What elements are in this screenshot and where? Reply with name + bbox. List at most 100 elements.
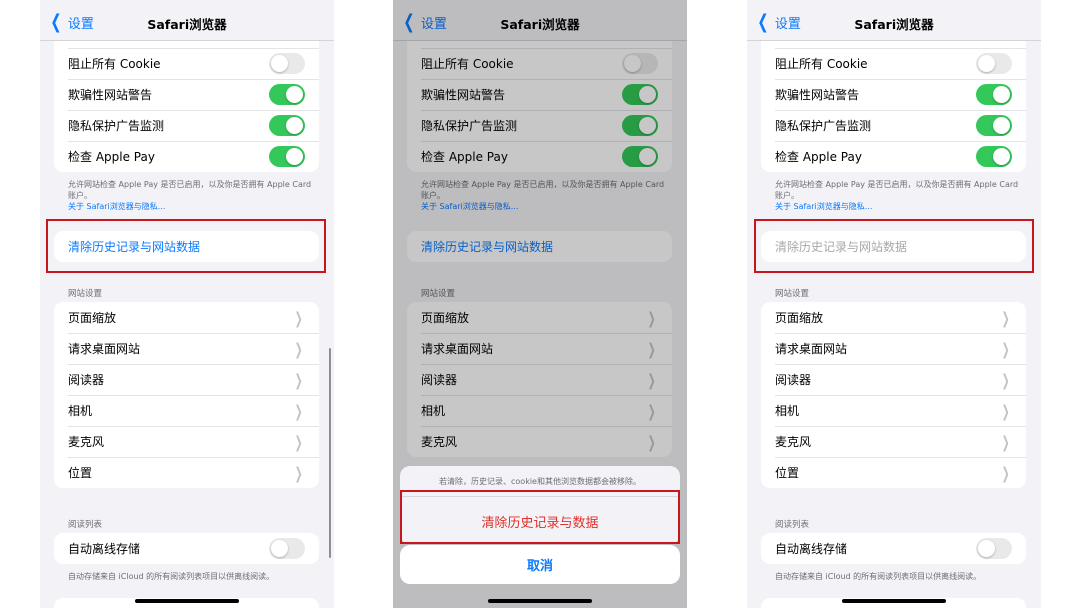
apple-pay-toggle[interactable] xyxy=(269,146,305,167)
chevron-right-icon: ❯ xyxy=(294,401,303,420)
fraud-warning-toggle[interactable] xyxy=(976,84,1012,105)
highlight-box xyxy=(46,219,326,273)
ad-measurement-row[interactable]: 隐私保护广告监测 xyxy=(761,110,1026,141)
list-item-camera[interactable]: 相机 ❯ xyxy=(761,395,1026,426)
offline-save-row[interactable]: 自动离线存储 xyxy=(54,533,319,564)
reading-list-group: 自动离线存储 xyxy=(761,533,1026,564)
row-label: 位置 xyxy=(68,466,93,480)
list-item-microphone[interactable]: 麦克风 ❯ xyxy=(54,426,319,457)
row-label: 页面缩放 xyxy=(68,311,117,325)
apple-pay-note-text: 允许网站检查 Apple Pay 是否已启用，以及你是否拥有 Apple Car… xyxy=(775,180,1019,200)
apple-pay-note-text: 允许网站检查 Apple Pay 是否已启用，以及你是否拥有 Apple Car… xyxy=(68,180,312,200)
page-title: Safari浏览器 xyxy=(147,17,227,32)
website-settings-header: 网站设置 xyxy=(775,289,810,299)
chevron-right-icon: ❯ xyxy=(1001,308,1010,327)
ad-measurement-toggle[interactable] xyxy=(976,115,1012,136)
block-cookies-toggle[interactable] xyxy=(976,53,1012,74)
page-title: Safari浏览器 xyxy=(854,17,934,32)
apple-pay-row[interactable]: 检查 Apple Pay xyxy=(761,141,1026,172)
row-label: 请求桌面网站 xyxy=(775,342,848,356)
reading-list-header: 阅读列表 xyxy=(775,520,810,530)
list-item-page-zoom[interactable]: 页面缩放 ❯ xyxy=(761,302,1026,333)
phone-screen-before: ❮ 设置 Safari浏览器 阻止所有 Cookie 欺骗性网站警告 隐私保护广… xyxy=(40,0,334,608)
row-label: 阅读器 xyxy=(68,373,105,387)
ad-measurement-toggle[interactable] xyxy=(269,115,305,136)
block-cookies-toggle[interactable] xyxy=(269,53,305,74)
offline-save-toggle[interactable] xyxy=(269,538,305,559)
apple-pay-toggle[interactable] xyxy=(976,146,1012,167)
navigation-bar: ❮ 设置 Safari浏览器 xyxy=(40,0,334,41)
toggle-knob xyxy=(993,117,1010,134)
toggle-knob xyxy=(993,148,1010,165)
row-label: 麦克风 xyxy=(775,435,812,449)
list-item-location[interactable]: 位置 ❯ xyxy=(761,457,1026,488)
list-item-desktop-site[interactable]: 请求桌面网站 ❯ xyxy=(54,333,319,364)
reading-list-group: 自动离线存储 xyxy=(54,533,319,564)
home-indicator xyxy=(842,599,946,603)
home-indicator xyxy=(135,599,239,603)
row-label: 麦克风 xyxy=(68,435,105,449)
website-settings-header: 网站设置 xyxy=(68,289,103,299)
privacy-group: 阻止所有 Cookie 欺骗性网站警告 隐私保护广告监测 检查 Apple Pa… xyxy=(54,40,319,172)
website-settings-group: 页面缩放 ❯ 请求桌面网站 ❯ 阅读器 ❯ 相机 ❯ 麦克风 ❯ 位置 ❯ xyxy=(54,302,319,488)
row-label: 相机 xyxy=(775,404,800,418)
list-item-page-zoom[interactable]: 页面缩放 ❯ xyxy=(54,302,319,333)
privacy-group: 阻止所有 Cookie 欺骗性网站警告 隐私保护广告监测 检查 Apple Pa… xyxy=(761,40,1026,172)
chevron-right-icon: ❯ xyxy=(294,339,303,358)
apple-pay-note: 允许网站检查 Apple Pay 是否已启用，以及你是否拥有 Apple Car… xyxy=(775,179,1023,212)
chevron-right-icon: ❯ xyxy=(1001,432,1010,451)
toggle-knob xyxy=(286,86,303,103)
phone-screen-after: ❮ 设置 Safari浏览器 阻止所有 Cookie 欺骗性网站警告 隐私保护广… xyxy=(747,0,1041,608)
list-item-microphone[interactable]: 麦克风 ❯ xyxy=(761,426,1026,457)
row-label: 位置 xyxy=(775,466,800,480)
list-item-desktop-site[interactable]: 请求桌面网站 ❯ xyxy=(761,333,1026,364)
privacy-link[interactable]: 关于 Safari浏览器与隐私... xyxy=(68,201,316,212)
partial-row xyxy=(54,40,319,48)
website-settings-group: 页面缩放 ❯ 请求桌面网站 ❯ 阅读器 ❯ 相机 ❯ 麦克风 ❯ 位置 ❯ xyxy=(761,302,1026,488)
reading-list-note: 自动存储来自 iCloud 的所有阅读列表项目以供离线阅读。 xyxy=(68,572,275,581)
home-indicator xyxy=(488,599,592,603)
block-cookies-row[interactable]: 阻止所有 Cookie xyxy=(761,48,1026,79)
navigation-bar: ❮ 设置 Safari浏览器 xyxy=(747,0,1041,41)
toggle-knob xyxy=(286,117,303,134)
chevron-right-icon: ❯ xyxy=(294,463,303,482)
offline-save-row[interactable]: 自动离线存储 xyxy=(761,533,1026,564)
reading-list-note: 自动存储来自 iCloud 的所有阅读列表项目以供离线阅读。 xyxy=(775,572,982,581)
ad-measurement-row[interactable]: 隐私保护广告监测 xyxy=(54,110,319,141)
partial-row xyxy=(761,40,1026,48)
chevron-right-icon: ❯ xyxy=(294,308,303,327)
toggle-knob xyxy=(271,55,288,72)
toggle-knob xyxy=(978,540,995,557)
list-item-camera[interactable]: 相机 ❯ xyxy=(54,395,319,426)
reading-list-header: 阅读列表 xyxy=(68,520,103,530)
chevron-right-icon: ❯ xyxy=(1001,370,1010,389)
toggle-knob xyxy=(286,148,303,165)
toggle-knob xyxy=(993,86,1010,103)
chevron-right-icon: ❯ xyxy=(1001,401,1010,420)
fraud-warning-row[interactable]: 欺骗性网站警告 xyxy=(54,79,319,110)
highlight-box xyxy=(400,490,680,544)
offline-save-toggle[interactable] xyxy=(976,538,1012,559)
chevron-right-icon: ❯ xyxy=(294,432,303,451)
chevron-right-icon: ❯ xyxy=(294,370,303,389)
toggle-knob xyxy=(978,55,995,72)
highlight-box xyxy=(754,219,1034,273)
row-label: 相机 xyxy=(68,404,93,418)
list-item-location[interactable]: 位置 ❯ xyxy=(54,457,319,488)
apple-pay-row[interactable]: 检查 Apple Pay xyxy=(54,141,319,172)
chevron-right-icon: ❯ xyxy=(1001,463,1010,482)
list-item-reader[interactable]: 阅读器 ❯ xyxy=(54,364,319,395)
privacy-link[interactable]: 关于 Safari浏览器与隐私... xyxy=(775,201,1023,212)
phone-screen-action-sheet: ❮ 设置 Safari浏览器 阻止所有 Cookie 欺骗性网站警告 隐私保护广… xyxy=(393,0,687,608)
block-cookies-row[interactable]: 阻止所有 Cookie xyxy=(54,48,319,79)
row-label: 阅读器 xyxy=(775,373,812,387)
apple-pay-note: 允许网站检查 Apple Pay 是否已启用，以及你是否拥有 Apple Car… xyxy=(68,179,316,212)
scrollbar[interactable] xyxy=(328,348,331,558)
list-item-reader[interactable]: 阅读器 ❯ xyxy=(761,364,1026,395)
fraud-warning-row[interactable]: 欺骗性网站警告 xyxy=(761,79,1026,110)
row-label: 页面缩放 xyxy=(775,311,824,325)
row-label: 请求桌面网站 xyxy=(68,342,141,356)
fraud-warning-toggle[interactable] xyxy=(269,84,305,105)
cancel-button[interactable]: 取消 xyxy=(400,545,680,584)
chevron-right-icon: ❯ xyxy=(1001,339,1010,358)
